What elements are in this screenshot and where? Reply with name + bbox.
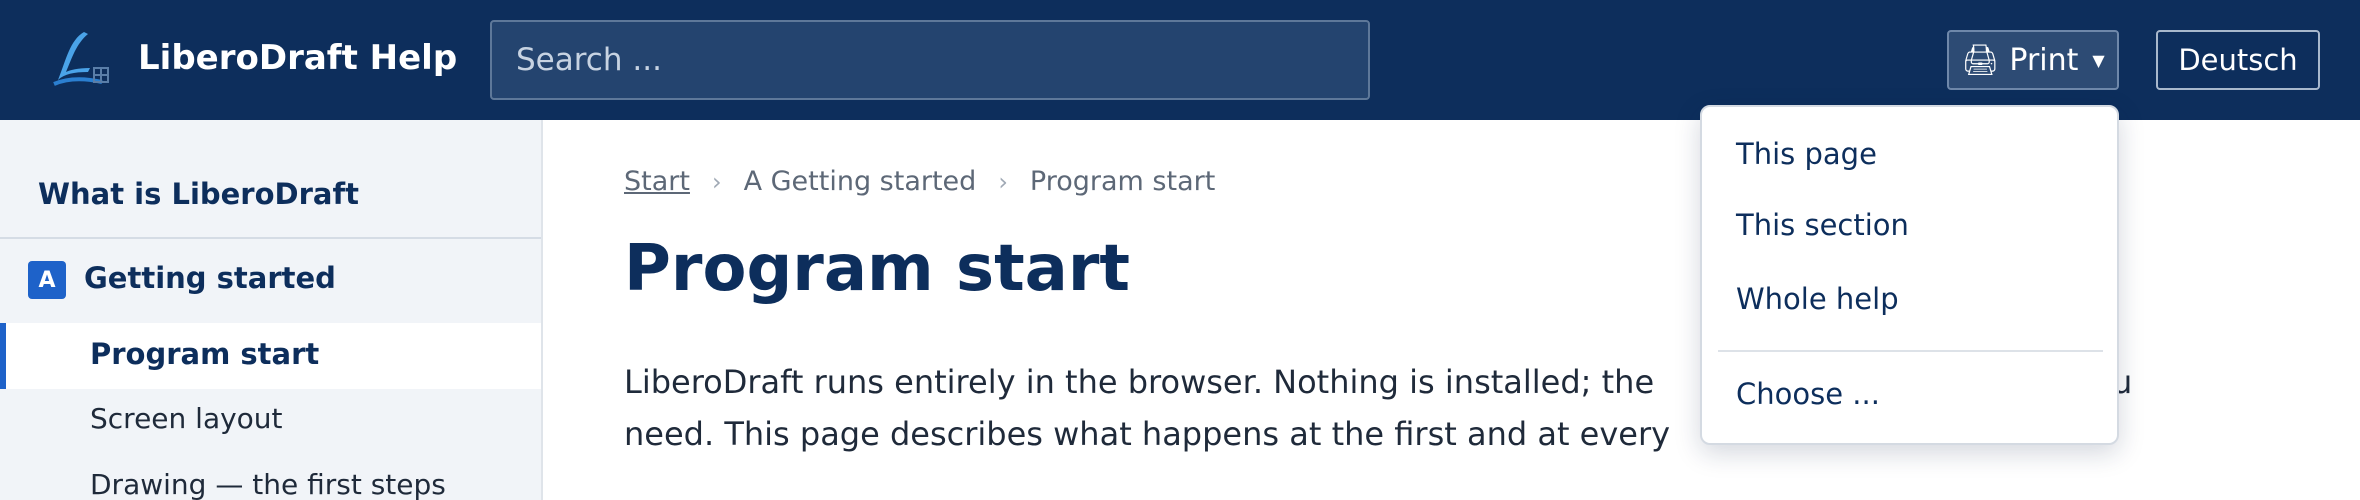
print-menu-whole-help[interactable]: Whole help — [1736, 282, 1899, 316]
caret-down-icon: ▼ — [2092, 50, 2105, 70]
sidebar-item-screen-layout[interactable]: Screen layout — [90, 402, 283, 435]
print-menu-this-section[interactable]: This section — [1736, 208, 1909, 242]
print-dropdown-menu: This page This section Whole help Choose… — [1700, 105, 2119, 445]
sidebar-item-program-start[interactable]: Program start — [0, 323, 541, 389]
section-badge: A — [28, 261, 66, 299]
liberodraft-logo[interactable] — [44, 28, 116, 92]
print-menu-choose[interactable]: Choose ... — [1736, 377, 1880, 411]
breadcrumb: Start › A Getting started › Program star… — [624, 166, 1215, 197]
breadcrumb-separator-icon: › — [998, 167, 1008, 196]
brand-title[interactable]: LiberoDraft Help — [138, 38, 457, 78]
print-menu-divider — [1718, 350, 2103, 352]
breadcrumb-separator-icon: › — [711, 167, 722, 196]
search-input[interactable] — [490, 20, 1370, 100]
sidebar: What is LiberoDraft A Getting started Pr… — [0, 120, 543, 500]
page-title: Program start — [624, 232, 1130, 306]
print-menu-this-page[interactable]: This page — [1736, 137, 1877, 171]
breadcrumb-getting-started[interactable]: A Getting started — [744, 166, 977, 197]
breadcrumb-current: Program start — [1029, 166, 1216, 197]
sidebar-item-label: Program start — [90, 337, 320, 371]
sidebar-divider — [0, 237, 541, 239]
paragraph-line-1-text: LiberoDraft runs entirely in the browser… — [624, 363, 1655, 401]
print-label: Print — [2009, 42, 2079, 78]
breadcrumb-start-link[interactable]: Start — [624, 166, 690, 197]
sidebar-section-getting-started[interactable]: Getting started — [84, 261, 336, 295]
sidebar-item-what-is[interactable]: What is LiberoDraft — [38, 177, 359, 211]
language-button[interactable]: Deutsch — [2156, 30, 2320, 90]
printer-icon: 🖨 — [1961, 42, 2000, 78]
sidebar-item-drawing-first-steps[interactable]: Drawing — the first steps — [90, 468, 446, 500]
header-bar: LiberoDraft Help 🖨 Print ▼ Deutsch — [0, 0, 2360, 120]
print-button[interactable]: 🖨 Print ▼ — [1947, 30, 2119, 90]
